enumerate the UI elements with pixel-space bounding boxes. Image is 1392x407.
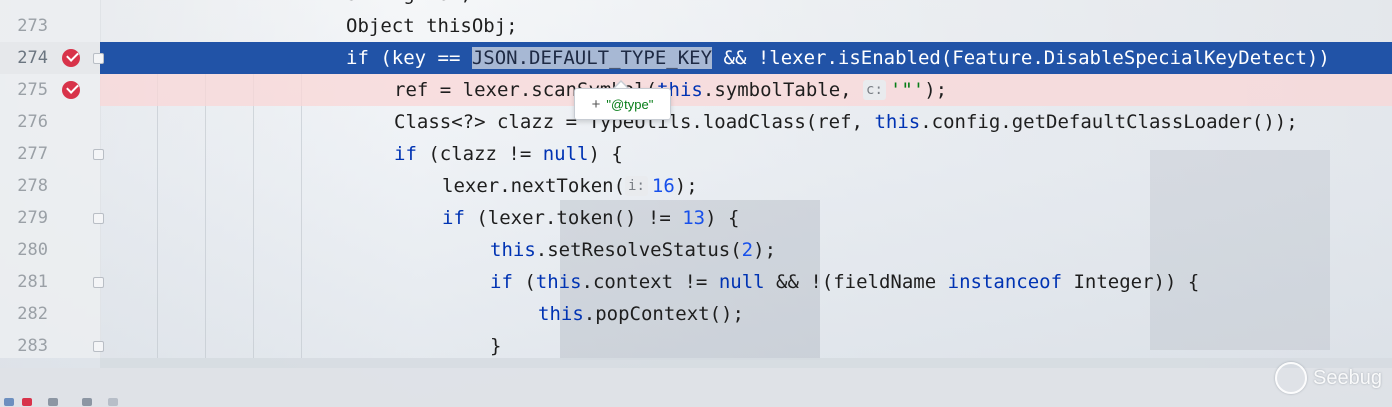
code-line[interactable]: 272 String ref; bbox=[0, 0, 1392, 10]
breakpoint-icon[interactable] bbox=[62, 49, 80, 67]
code-segment: .config.getDefaultClassLoader()); bbox=[920, 111, 1298, 133]
line-number: 280 bbox=[17, 240, 48, 260]
line-number: 275 bbox=[17, 80, 48, 100]
code-line[interactable]: 278 lexer.nextToken(i: 16); bbox=[0, 170, 1392, 202]
code-segment: .setResolveStatus( bbox=[535, 239, 742, 261]
code-line[interactable]: 276 Class<?> clazz = TypeUtils.loadClass… bbox=[0, 106, 1392, 138]
line-code: if (clazz != null) { bbox=[394, 138, 623, 170]
fold-marker-icon[interactable] bbox=[93, 341, 104, 352]
line-number: 283 bbox=[17, 336, 48, 356]
keyword: if bbox=[490, 271, 513, 293]
seebug-logo-icon bbox=[1275, 362, 1308, 394]
code-segment: ); bbox=[753, 239, 777, 261]
line-number: 282 bbox=[17, 304, 48, 324]
fold-marker-icon[interactable] bbox=[93, 213, 104, 224]
keyword: null bbox=[542, 143, 589, 165]
fold-marker-icon[interactable] bbox=[93, 53, 104, 64]
number-literal: 2 bbox=[741, 239, 754, 261]
code-segment: ) { bbox=[705, 207, 740, 229]
line-number: 272 bbox=[0, 0, 48, 10]
parameter-hint: c: bbox=[863, 80, 886, 100]
line-number: 279 bbox=[17, 208, 48, 228]
code-line[interactable]: 277 if (clazz != null) { bbox=[0, 138, 1392, 170]
code-segment: Integer)) { bbox=[1062, 271, 1200, 293]
number-literal: 13 bbox=[682, 207, 706, 229]
code-segment: ); bbox=[924, 79, 948, 101]
keyword: if bbox=[442, 207, 465, 229]
keyword: this bbox=[874, 111, 921, 133]
code-segment: lexer.nextToken( bbox=[442, 175, 626, 197]
line-code: String ref; bbox=[346, 0, 472, 10]
line-number: 277 bbox=[17, 144, 48, 164]
code-segment: && !lexer.isEnabled(Feature.DisableSpeci… bbox=[712, 47, 1330, 69]
code-line[interactable]: 281 if (this.context != null && !(fieldN… bbox=[0, 266, 1392, 298]
line-code: lexer.nextToken(i: 16); bbox=[442, 170, 698, 202]
code-line[interactable]: 282 this.popContext(); bbox=[0, 298, 1392, 330]
watermark-text: Seebug bbox=[1313, 366, 1382, 389]
line-code: this.setResolveStatus(2); bbox=[490, 234, 776, 266]
toolbar-icon[interactable] bbox=[82, 398, 92, 406]
number-literal: 16 bbox=[651, 175, 675, 197]
code-segment: (clazz != bbox=[416, 143, 543, 165]
keyword: instanceof bbox=[947, 271, 1063, 293]
breakpoint-icon[interactable] bbox=[62, 81, 80, 99]
code-line[interactable]: 280 this.setResolveStatus(2); bbox=[0, 234, 1392, 266]
code-segment: if (key == bbox=[346, 47, 472, 69]
fold-marker-icon[interactable] bbox=[93, 277, 104, 288]
line-code: Object thisObj; bbox=[346, 15, 518, 37]
code-segment: .symbolTable, bbox=[702, 79, 864, 101]
line-number: 274 bbox=[17, 48, 48, 68]
seebug-watermark: Seebug bbox=[1275, 362, 1382, 394]
line-code: if (key == JSON.DEFAULT_TYPE_KEY && !lex… bbox=[346, 42, 1330, 74]
line-number: 273 bbox=[17, 16, 48, 36]
code-segment: && !(fieldName bbox=[764, 271, 948, 293]
line-code: Class<?> clazz = TypeUtils.loadClass(ref… bbox=[394, 106, 1298, 138]
horizontal-scrollbar[interactable] bbox=[100, 358, 1392, 368]
keyword: this bbox=[535, 271, 582, 293]
expand-icon[interactable]: + bbox=[592, 96, 601, 113]
line-number: 276 bbox=[17, 112, 48, 132]
toolbar-icon[interactable] bbox=[4, 398, 14, 406]
keyword: this bbox=[490, 239, 536, 261]
value-tooltip[interactable]: + "@type" bbox=[574, 88, 671, 120]
toolbar-icon[interactable] bbox=[108, 398, 118, 406]
code-line[interactable]: 273 Object thisObj; bbox=[0, 10, 1392, 42]
bottom-toolbar bbox=[0, 368, 1392, 407]
line-code: this.popContext(); bbox=[538, 298, 744, 330]
code-segment: .context != bbox=[581, 271, 719, 293]
line-code: if (this.context != null && !(fieldName … bbox=[490, 266, 1199, 298]
code-segment: (lexer.token() != bbox=[464, 207, 683, 229]
parameter-hint: i: bbox=[625, 176, 648, 196]
line-number: 281 bbox=[17, 272, 48, 292]
code-segment: ( bbox=[512, 271, 536, 293]
code-segment: ); bbox=[674, 175, 698, 197]
fold-marker-icon[interactable] bbox=[93, 149, 104, 160]
keyword: null bbox=[718, 271, 765, 293]
line-number: 278 bbox=[17, 176, 48, 196]
code-line-current[interactable]: 274 if (key == JSON.DEFAULT_TYPE_KEY && … bbox=[0, 42, 1392, 74]
toolbar-icon[interactable] bbox=[22, 398, 32, 406]
keyword: this bbox=[538, 303, 584, 325]
line-code: if (lexer.token() != 13) { bbox=[442, 202, 739, 234]
tooltip-value: "@type" bbox=[606, 96, 654, 112]
code-segment: .popContext(); bbox=[583, 303, 744, 325]
code-segment: ) { bbox=[588, 143, 623, 165]
toolbar-icon[interactable] bbox=[48, 398, 58, 406]
string-literal: '"' bbox=[889, 79, 925, 101]
code-line[interactable]: 279 if (lexer.token() != 13) { bbox=[0, 202, 1392, 234]
selected-text: JSON.DEFAULT_TYPE_KEY bbox=[471, 47, 713, 69]
keyword: if bbox=[394, 143, 417, 165]
code-line[interactable]: 275 ref = lexer.scanSymbol(this.symbolTa… bbox=[0, 74, 1392, 106]
